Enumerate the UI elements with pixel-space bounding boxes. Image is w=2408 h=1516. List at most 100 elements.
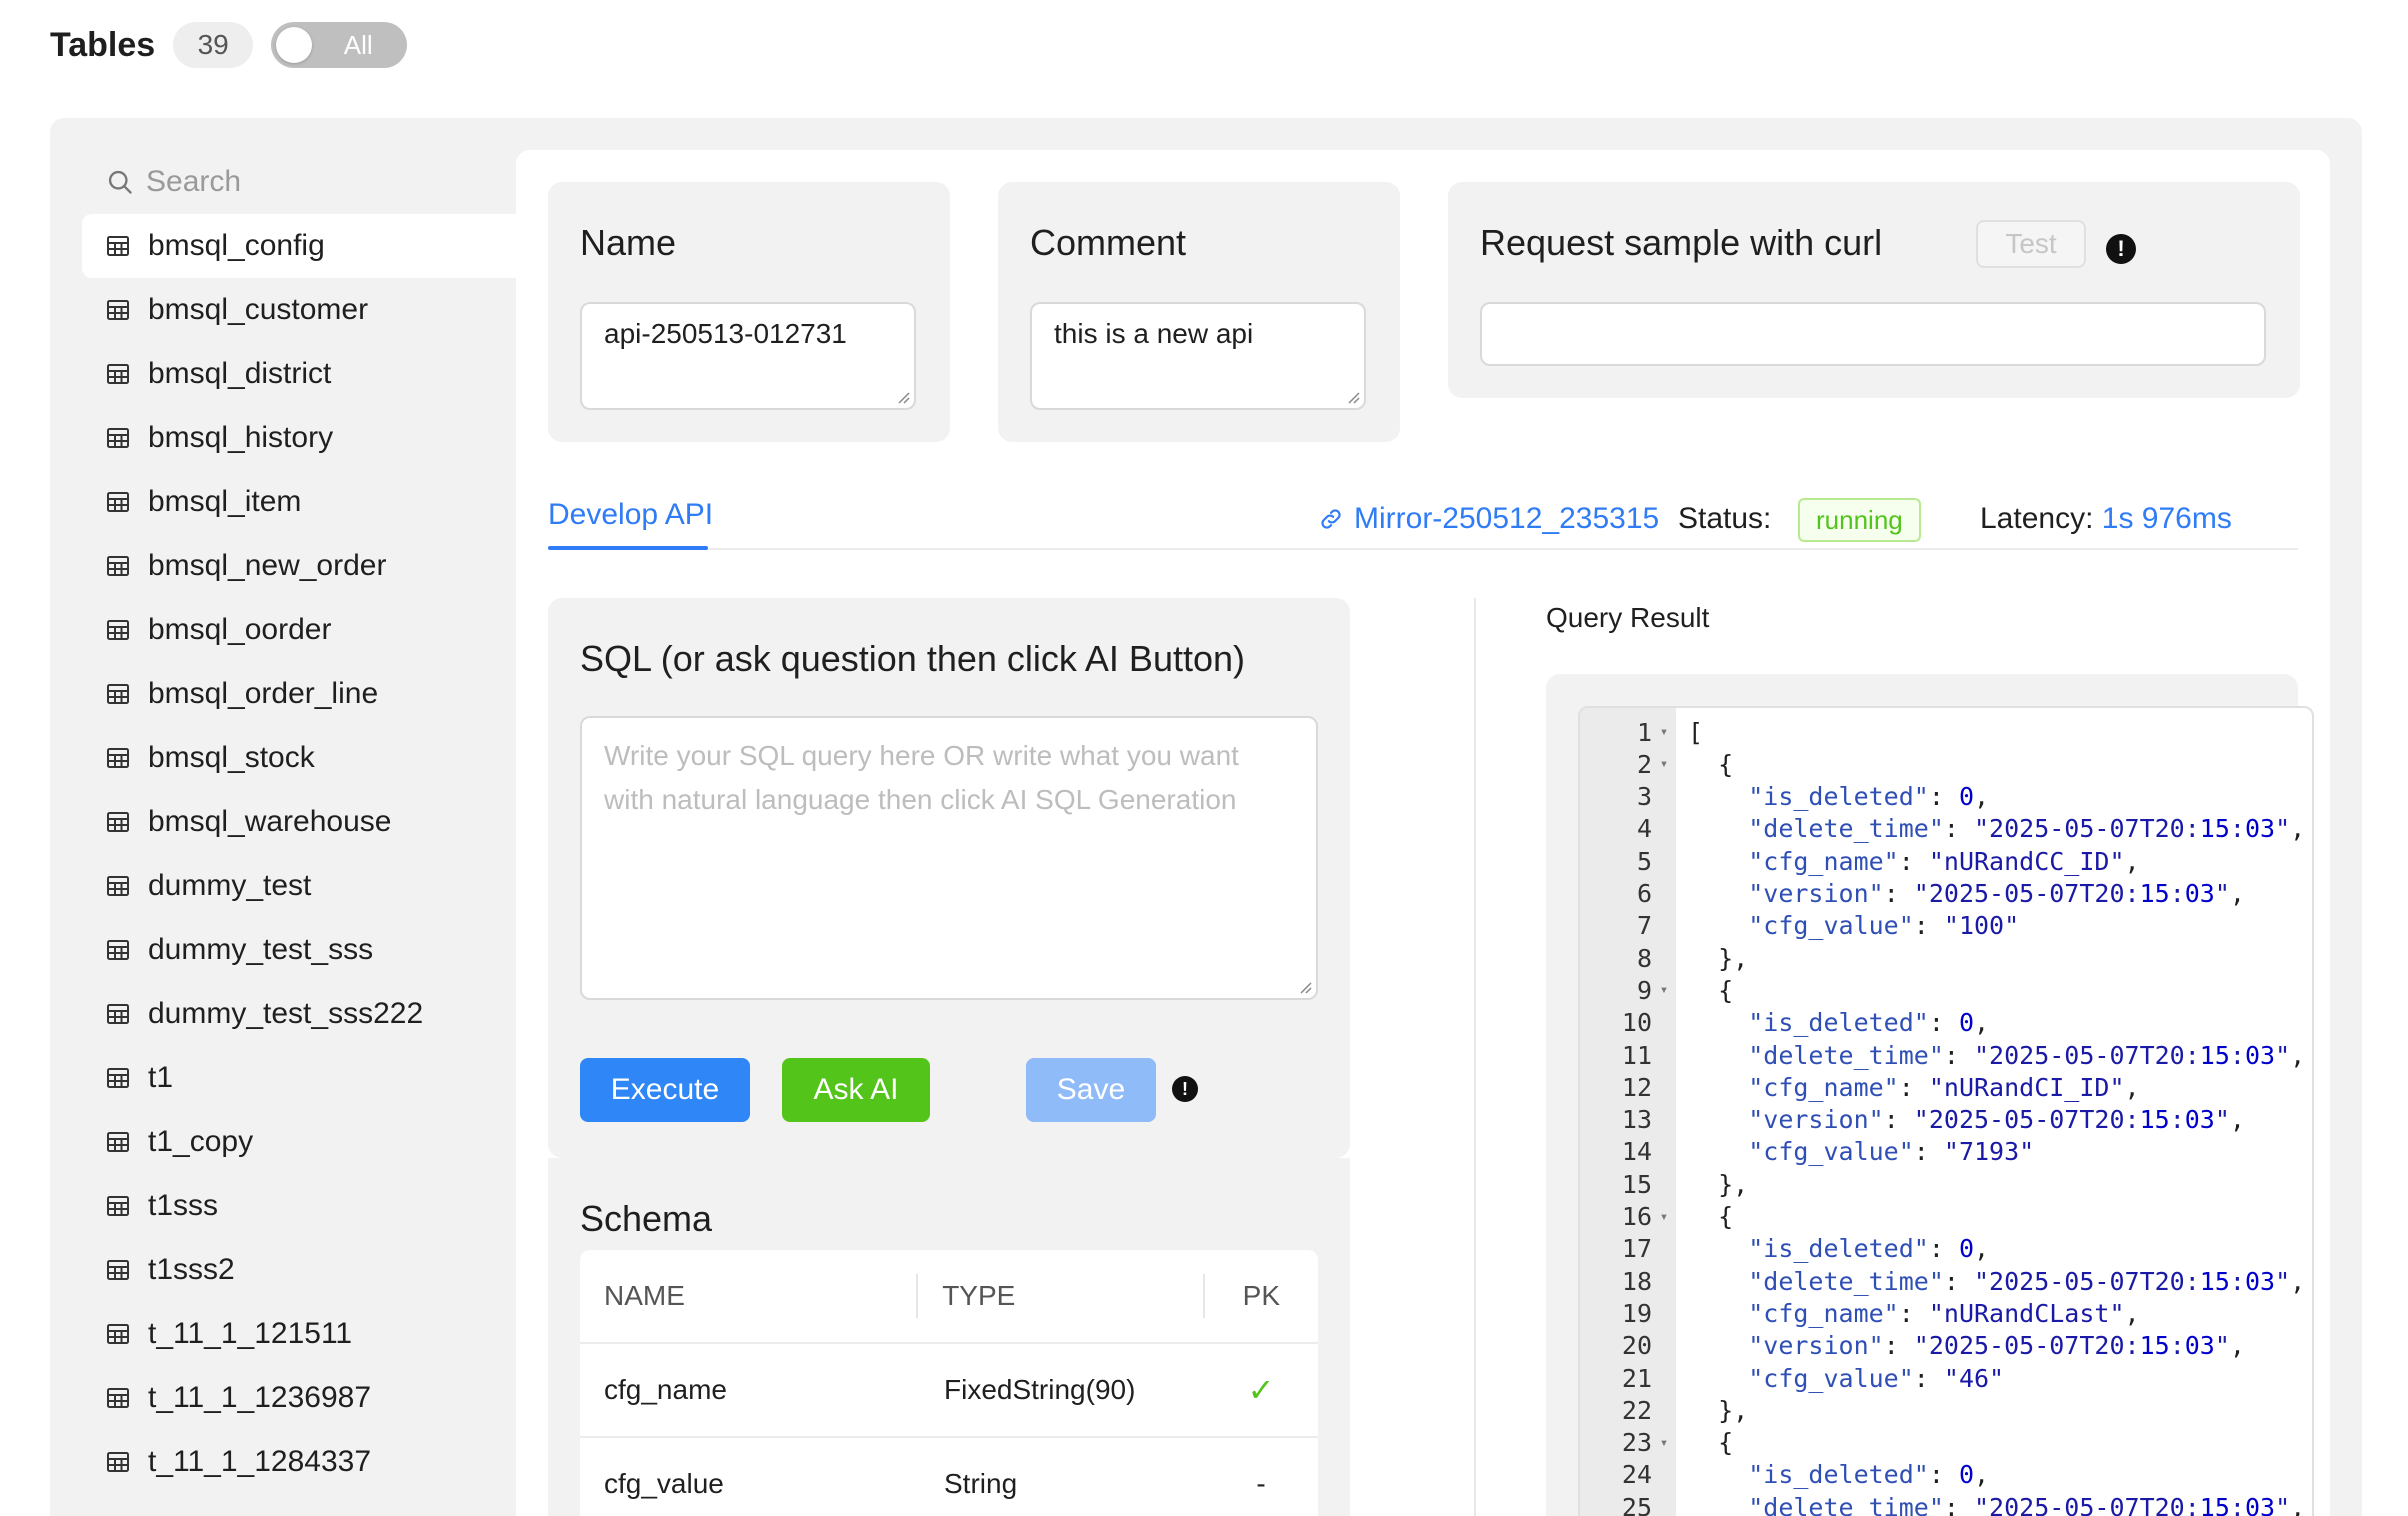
code-text: "cfg_value": "100" <box>1748 911 2020 941</box>
sidebar-item-label: t_11_1_121511 <box>148 1317 353 1350</box>
table-icon <box>107 684 129 704</box>
sidebar-item-label: t_11_1_1284337 <box>148 1445 372 1478</box>
sidebar-item-table[interactable]: bmsql_district <box>82 342 516 406</box>
all-toggle[interactable]: All <box>271 22 408 68</box>
name-input[interactable]: api-250513-012731 <box>580 302 916 410</box>
table-icon <box>107 876 129 896</box>
code-text: "delete_time": "2025-05-07T20:15:03", <box>1748 1266 2306 1296</box>
save-button[interactable]: Save <box>1026 1058 1156 1122</box>
resize-grip-icon[interactable] <box>896 390 910 404</box>
sidebar-item-table[interactable]: bmsql_stock <box>82 726 516 790</box>
sidebar-item-label: bmsql_district <box>148 357 332 390</box>
ask-ai-button[interactable]: Ask AI <box>782 1058 930 1122</box>
table-icon <box>107 748 129 768</box>
line-number: 22 <box>1621 1395 1652 1425</box>
fold-chevron-icon[interactable]: ▾ <box>1652 1435 1676 1451</box>
fold-chevron-icon[interactable]: ▾ <box>1652 982 1676 998</box>
line-number: 13 <box>1621 1105 1652 1135</box>
code-text: }, <box>1688 1169 1749 1199</box>
sidebar-item-table[interactable]: bmsql_config <box>82 214 516 278</box>
comment-input[interactable]: this is a new api <box>1030 302 1366 410</box>
sidebar-item-table[interactable]: bmsql_oorder <box>82 598 516 662</box>
sidebar-item-label: bmsql_item <box>148 485 302 518</box>
code-text: "cfg_name": "nURandCC_ID", <box>1748 846 2140 876</box>
code-line: 22 }, <box>1580 1394 2312 1426</box>
schema-card: Schema NAME TYPE PK cfg_name FixedString… <box>548 1158 1350 1516</box>
line-number: 14 <box>1621 1137 1652 1167</box>
fold-chevron-icon[interactable]: ▾ <box>1652 756 1676 772</box>
tab-develop-api[interactable]: Develop API <box>548 490 713 550</box>
sidebar-item-label: t_11_1_1236987 <box>148 1381 372 1414</box>
sidebar-item-table[interactable]: bmsql_order_line <box>82 662 516 726</box>
code-line: 19 "cfg_name": "nURandCLast", <box>1580 1297 2312 1329</box>
code-line: 20 "version": "2025-05-07T20:15:03", <box>1580 1330 2312 1362</box>
sidebar-item-table[interactable]: dummy_test <box>82 854 516 918</box>
table-icon <box>107 1132 129 1152</box>
latency-value: 1s 976ms <box>2101 502 2232 535</box>
sidebar-item-table[interactable]: t_11_1_1284337 <box>82 1430 516 1494</box>
line-number: 25 <box>1621 1492 1652 1516</box>
name-title: Name <box>580 222 677 263</box>
code-line: 15 }, <box>1580 1168 2312 1200</box>
line-number: 15 <box>1621 1169 1652 1199</box>
fold-chevron-icon[interactable]: ▾ <box>1652 724 1676 740</box>
code-line: 25 "delete_time": "2025-05-07T20:15:03", <box>1580 1491 2312 1516</box>
table-icon <box>107 364 129 384</box>
toggle-label: All <box>343 29 373 60</box>
pk-check-icon: ✓ <box>1247 1372 1275 1408</box>
code-line: 6 "version": "2025-05-07T20:15:03", <box>1580 878 2312 910</box>
sidebar-item-label: t1 <box>148 1061 174 1094</box>
table-icon <box>107 1324 129 1344</box>
sidebar-item-table[interactable]: t_11_1_1236987 <box>82 1366 516 1430</box>
sidebar-item-table[interactable]: bmsql_customer <box>82 278 516 342</box>
table-list: bmsql_config bmsql_customer bmsql_district… <box>82 214 516 1494</box>
sql-input[interactable]: Write your SQL query here OR write what … <box>580 716 1318 1000</box>
resize-grip-icon[interactable] <box>1298 980 1312 994</box>
tables-header: Tables 39 All <box>50 20 408 70</box>
sidebar-item-table[interactable]: t1_copy <box>82 1110 516 1174</box>
test-button[interactable]: Test <box>1976 220 2086 268</box>
fold-chevron-icon[interactable]: ▾ <box>1652 1209 1676 1225</box>
sidebar-item-table[interactable]: t1sss <box>82 1174 516 1238</box>
table-search-input[interactable]: Search <box>82 150 516 214</box>
table-icon <box>107 1452 129 1472</box>
sidebar-item-table[interactable]: dummy_test_sss222 <box>82 982 516 1046</box>
name-value: api-250513-012731 <box>604 318 847 349</box>
resize-grip-icon[interactable] <box>1346 390 1360 404</box>
code-line: 8 }, <box>1580 942 2312 974</box>
schema-field-type: FixedString(90) <box>944 1374 1136 1405</box>
schema-title: Schema <box>580 1198 713 1239</box>
line-number: 16 <box>1621 1202 1652 1231</box>
line-number: 2 <box>1636 749 1652 779</box>
curl-title: Request sample with curl <box>1480 222 1883 263</box>
code-text: }, <box>1688 943 1749 973</box>
code-text: "cfg_name": "nURandCLast", <box>1748 1298 2140 1328</box>
code-line: 14 "cfg_value": "7193" <box>1580 1136 2312 1168</box>
sidebar-item-table[interactable]: t1sss2 <box>82 1238 516 1302</box>
api-tab-bar: Develop API Mirror-250512_235315 Status:… <box>548 490 2298 550</box>
info-icon[interactable]: ! <box>2106 234 2136 264</box>
execute-button[interactable]: Execute <box>580 1058 750 1122</box>
schema-col-pk: PK <box>1242 1280 1281 1311</box>
sidebar-item-table[interactable]: t_11_1_121511 <box>82 1302 516 1366</box>
sidebar-item-table[interactable]: t1 <box>82 1046 516 1110</box>
code-text: "version": "2025-05-07T20:15:03", <box>1748 879 2245 908</box>
save-info-icon[interactable]: ! <box>1172 1076 1198 1102</box>
code-line: 23 ▾ { <box>1580 1427 2312 1459</box>
table-icon <box>107 1004 129 1024</box>
sidebar-item-label: bmsql_new_order <box>148 549 387 582</box>
mirror-link[interactable]: Mirror-250512_235315 <box>1318 502 1659 536</box>
sidebar-item-label: bmsql_order_line <box>148 677 379 710</box>
curl-sample-field[interactable] <box>1480 302 2266 366</box>
search-placeholder: Search <box>146 165 242 198</box>
sidebar-item-table[interactable]: bmsql_new_order <box>82 534 516 598</box>
code-text: { <box>1688 975 1734 1005</box>
query-result-viewer[interactable]: 1 ▾[2 ▾ {3 "is_deleted": 0, 4 "delete_time"… <box>1578 706 2314 1516</box>
panel-divider <box>1474 598 1476 1516</box>
sidebar-item-table[interactable]: bmsql_history <box>82 406 516 470</box>
sidebar-item-table[interactable]: bmsql_item <box>82 470 516 534</box>
sidebar-item-table[interactable]: bmsql_warehouse <box>82 790 516 854</box>
sidebar-item-table[interactable]: dummy_test_sss <box>82 918 516 982</box>
code-line: 5 "cfg_name": "nURandCC_ID", <box>1580 845 2312 877</box>
code-text: { <box>1688 1428 1734 1458</box>
